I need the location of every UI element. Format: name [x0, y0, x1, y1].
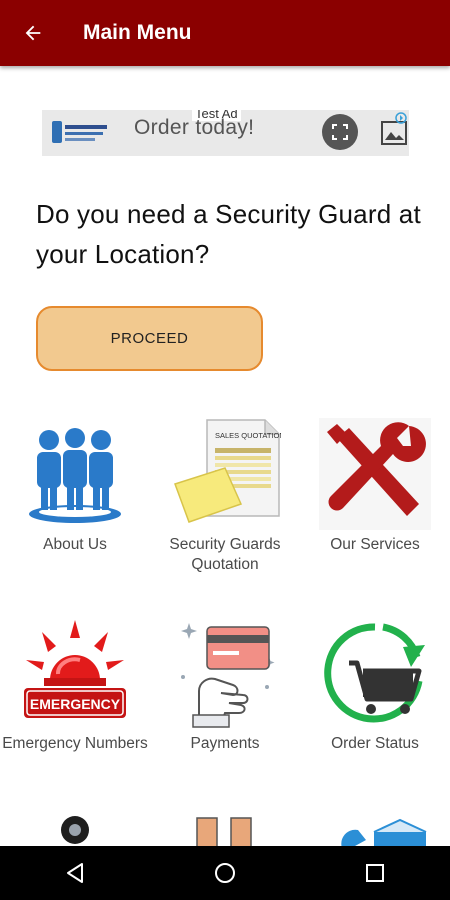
menu-item-emergency-numbers[interactable]: EMERGENCY Emergency Numbers [0, 617, 150, 754]
menu-item-partial-2[interactable] [150, 812, 300, 846]
nav-back-button[interactable] [45, 846, 105, 900]
card-payment-icon [181, 623, 275, 728]
proceed-button[interactable]: PROCEED [36, 306, 263, 371]
menu-item-label: Security Guards Quotation [169, 536, 281, 573]
menu-item-order-status[interactable]: Order Status [300, 617, 450, 754]
advertiser-logo-icon [52, 121, 107, 143]
circle-home-icon [215, 863, 235, 883]
menu-item-payments[interactable]: Payments [150, 617, 300, 754]
people-icon [29, 428, 121, 523]
system-nav-bar [0, 846, 450, 900]
person-partial-icon [61, 816, 89, 844]
triangle-back-icon [67, 863, 83, 883]
square-recents-icon [366, 864, 384, 882]
arrow-left-icon [25, 25, 41, 41]
menu-item-label: Payments [190, 735, 260, 752]
ad-banner[interactable]: Test Ad Order today! [42, 110, 409, 156]
quotation-header: SALES QUOTATION [215, 431, 281, 440]
emergency-siren-icon: EMERGENCY [24, 620, 126, 718]
emergency-sign-text: EMERGENCY [30, 696, 121, 712]
ad-choices-icon[interactable] [395, 112, 407, 124]
expand-icon[interactable] [322, 114, 358, 150]
nav-home-button[interactable] [195, 846, 255, 900]
page-title: Main Menu [83, 21, 192, 44]
menu-item-quotation[interactable]: SALES QUOTATION Security Guards Quotatio… [150, 418, 300, 575]
tools-icon [319, 418, 431, 530]
menu-item-about-us[interactable]: About Us [0, 418, 150, 555]
menu-item-label: Our Services [330, 536, 420, 553]
back-button[interactable] [0, 0, 66, 66]
contact-partial-icon [341, 818, 427, 846]
menu-item-label: About Us [43, 536, 107, 553]
nav-recents-button[interactable] [345, 846, 405, 900]
menu-item-our-services[interactable]: Our Services [300, 418, 450, 555]
menu-item-label: Order Status [331, 735, 419, 752]
ad-text: Order today! [134, 116, 255, 139]
app-bar: Main Menu [0, 0, 450, 66]
menu-item-partial-1[interactable] [0, 812, 150, 846]
menu-item-label: Emergency Numbers [2, 735, 148, 752]
quotation-document-icon: SALES QUOTATION [174, 419, 281, 523]
question-text: Do you need a Security Guard at your Loc… [36, 199, 421, 269]
cart-status-icon [324, 623, 425, 723]
menu-item-partial-3[interactable] [300, 812, 450, 846]
hands-partial-icon [196, 817, 252, 846]
